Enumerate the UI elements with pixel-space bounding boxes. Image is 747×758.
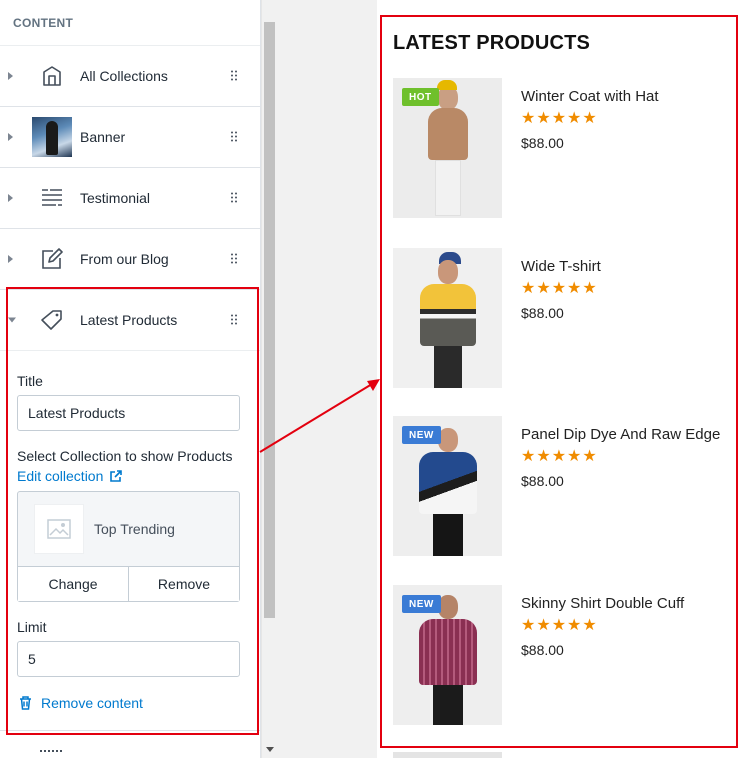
- annotation-arrow: [259, 379, 380, 453]
- screenshot-root: CONTENT All Collections Banner Testimoni…: [0, 0, 747, 758]
